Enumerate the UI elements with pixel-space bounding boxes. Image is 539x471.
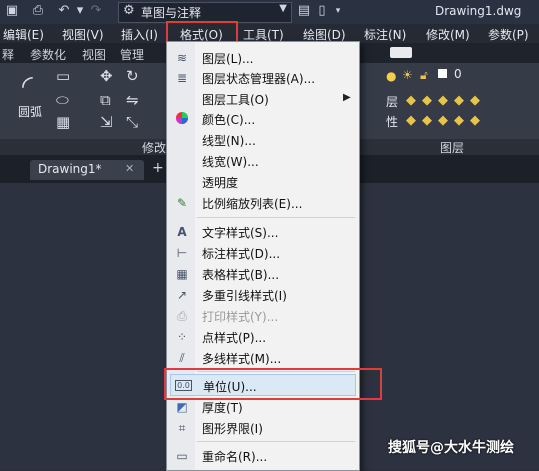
file-tab-label: Drawing1* xyxy=(38,162,102,176)
undo-dropdown-icon[interactable]: ▾ xyxy=(72,3,88,19)
modify-panel-title[interactable]: 修改 xyxy=(142,139,166,156)
menu-item-layer-tools[interactable]: 图层工具(O) ▶ xyxy=(167,89,359,109)
add-tab-icon[interactable]: + xyxy=(152,160,164,176)
layer-panel-title[interactable]: 图层 xyxy=(440,139,464,156)
undo-icon[interactable]: ↶ xyxy=(56,3,72,19)
panel-toggle-button[interactable] xyxy=(390,47,412,58)
menu-item-layer-states[interactable]: ≣ 图层状态管理器(A)... xyxy=(167,68,359,88)
layer-side-label: 层 xyxy=(386,95,399,109)
color-wheel-icon xyxy=(174,111,190,127)
title-bar: ▣ ⎙ ↶ ▾ ↷ ⚙ 草图与注释 ▼ ▤ ▯ ▾ Drawing1.dwg xyxy=(0,0,539,24)
ellipse-icon[interactable]: ⬭ xyxy=(56,91,69,109)
tab-annotate[interactable]: 释 xyxy=(2,46,14,63)
rectangle-icon[interactable]: ▭ xyxy=(56,67,70,85)
menu-item-mleader-style[interactable]: ↗ 多重引线样式(I) xyxy=(167,285,359,305)
close-icon[interactable]: ✕ xyxy=(125,162,134,175)
gear-icon: ⚙ xyxy=(123,3,135,18)
workspace-selector[interactable]: ⚙ 草图与注释 ▼ xyxy=(118,2,292,23)
copy-icon[interactable]: ⧉ xyxy=(100,91,111,109)
tab-view[interactable]: 视图 xyxy=(82,46,106,63)
scale-list-icon: ✎ xyxy=(176,196,188,210)
lock-icon: 🔓︎ xyxy=(420,68,428,82)
limits-icon: ⌗ xyxy=(178,421,186,435)
move-icon[interactable]: ✥ xyxy=(100,67,113,85)
menu-separator xyxy=(197,217,355,218)
plot-style-icon: ⎙ xyxy=(177,309,187,323)
submenu-arrow-icon: ▶ xyxy=(343,92,351,103)
menu-item-thickness[interactable]: ◩ 厚度(T) xyxy=(167,397,359,417)
rotate-icon[interactable]: ↻ xyxy=(126,67,139,85)
format-dropdown-menu: ≋ 图层(L)... ≣ 图层状态管理器(A)... 图层工具(O) ▶ 颜色(… xyxy=(166,41,360,471)
file-tab-drawing1[interactable]: Drawing1* ✕ xyxy=(30,160,144,180)
chevron-down-icon: ▼ xyxy=(279,3,287,14)
menu-modify[interactable]: 修改(M) xyxy=(426,26,470,43)
point-style-icon: ⁘ xyxy=(176,330,188,344)
menu-separator xyxy=(197,441,355,442)
rename-icon: ▭ xyxy=(176,449,188,463)
hatch-icon[interactable]: ▦ xyxy=(56,113,70,131)
units-highlight-box xyxy=(164,368,382,400)
scale-icon[interactable]: ⤡ xyxy=(126,113,138,131)
thickness-icon: ◩ xyxy=(176,400,188,414)
menu-item-table-style[interactable]: ▦ 表格样式(B)... xyxy=(167,264,359,284)
color-swatch-icon xyxy=(438,69,447,78)
menu-dimension[interactable]: 标注(N) xyxy=(364,26,406,43)
property-side-label: 性 xyxy=(386,115,399,129)
sun-icon: ☀ xyxy=(402,68,413,82)
share-icon[interactable]: ▤ xyxy=(296,3,312,19)
tab-manage[interactable]: 管理 xyxy=(120,46,144,63)
mleader-style-icon: ↗ xyxy=(176,288,188,302)
menu-edit[interactable]: 编辑(E) xyxy=(3,26,44,43)
text-style-icon: A xyxy=(177,225,187,239)
format-menu-highlight xyxy=(166,21,238,43)
menu-view[interactable]: 视图(V) xyxy=(62,26,104,43)
mobile-icon[interactable]: ▯ xyxy=(314,3,330,19)
layer-icon: ≋ xyxy=(176,51,188,65)
menu-item-linetype[interactable]: 线型(N)... xyxy=(167,130,359,150)
layer-states-icon: ≣ xyxy=(176,71,188,85)
menu-parametric[interactable]: 参数(P) xyxy=(488,26,529,43)
mline-style-icon: ⫽ xyxy=(179,351,185,365)
menu-item-rename[interactable]: ▭ 重命名(R)... xyxy=(167,446,359,466)
menu-item-limits[interactable]: ⌗ 图形界限(I) xyxy=(167,418,359,438)
menu-item-dim-style[interactable]: ⊢ 标注样式(D)... xyxy=(167,243,359,263)
menu-item-transparency[interactable]: 透明度 xyxy=(167,172,359,192)
menu-item-plot-style: ⎙ 打印样式(Y)... xyxy=(167,306,359,326)
layer-tools-icon[interactable]: ◆◆◆◆◆ xyxy=(406,93,486,108)
menu-item-layer[interactable]: ≋ 图层(L)... xyxy=(167,48,359,68)
menu-item-scale-list[interactable]: ✎ 比例缩放列表(E)... xyxy=(167,193,359,213)
folder-icon[interactable]: ▣ xyxy=(4,3,20,19)
menu-item-text-style[interactable]: A 文字样式(S)... xyxy=(167,222,359,242)
current-layer-value[interactable]: 0 xyxy=(454,67,462,81)
menu-insert[interactable]: 插入(I) xyxy=(121,26,158,43)
menu-item-mline-style[interactable]: ⫽ 多线样式(M)... xyxy=(167,348,359,368)
table-style-icon: ▦ xyxy=(176,267,188,281)
layer-panel-area: ● ☀ 🔓︎ 0 层 性 ◆◆◆◆◆ ◆◆◆◆◆ xyxy=(382,63,539,139)
arc-icon[interactable]: ◜ xyxy=(22,69,33,102)
workspace-label: 草图与注释 xyxy=(141,6,202,20)
menu-item-lineweight[interactable]: 线宽(W)... xyxy=(167,151,359,171)
stretch-icon[interactable]: ⇲ xyxy=(100,113,113,131)
mirror-icon[interactable]: ⇋ xyxy=(126,91,139,109)
customize-dropdown-icon[interactable]: ▾ xyxy=(330,3,346,19)
menu-item-point-style[interactable]: ⁘ 点样式(P)... xyxy=(167,327,359,347)
bulb-icon: ● xyxy=(386,69,397,83)
watermark: 搜狐号@大水牛测绘 xyxy=(388,440,514,456)
arc-label: 圆弧 xyxy=(18,105,43,119)
redo-icon[interactable]: ↷ xyxy=(88,3,104,19)
dim-style-icon: ⊢ xyxy=(176,246,188,260)
print-icon[interactable]: ⎙ xyxy=(30,3,46,19)
document-title: Drawing1.dwg xyxy=(435,4,522,18)
layer-tools-row2-icon[interactable]: ◆◆◆◆◆ xyxy=(406,113,486,128)
menu-item-color[interactable]: 颜色(C)... xyxy=(167,109,359,129)
tab-parametric[interactable]: 参数化 xyxy=(30,46,66,63)
